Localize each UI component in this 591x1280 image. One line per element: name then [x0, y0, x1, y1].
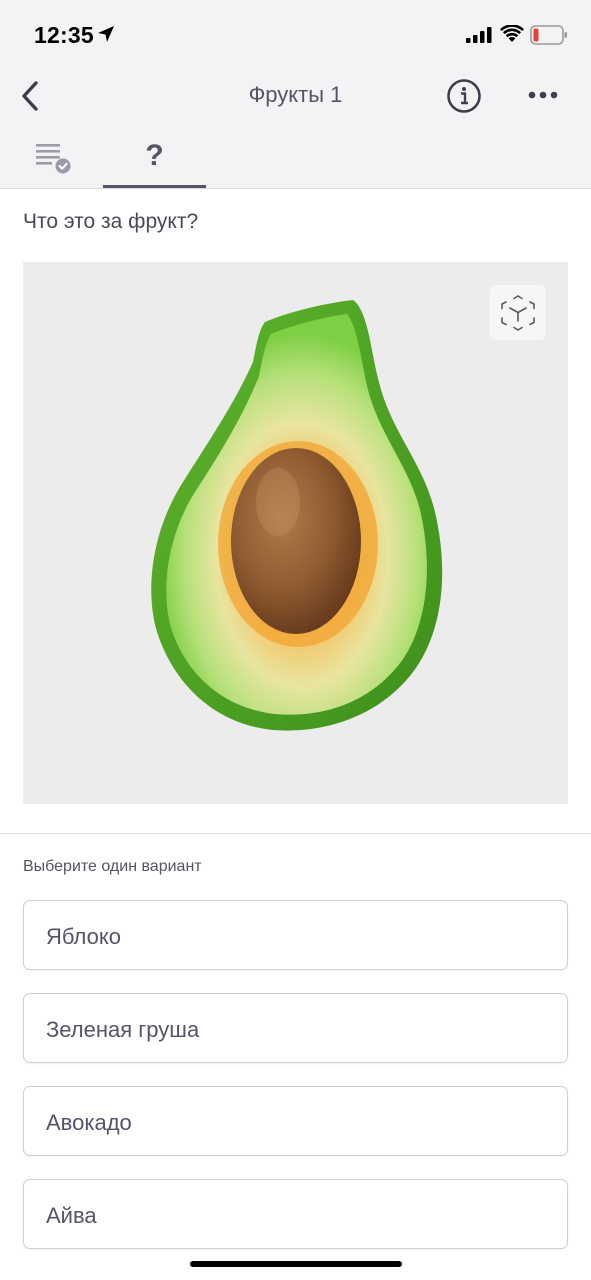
home-indicator[interactable] [190, 1261, 402, 1267]
question-image [23, 262, 568, 804]
answer-option-label: Яблоко [46, 924, 121, 949]
answer-option-avocado[interactable]: Авокадо [23, 1086, 568, 1156]
status-bar: 12:35 [0, 0, 591, 66]
section-divider [0, 833, 591, 834]
ar-cube-icon [501, 294, 535, 331]
cellular-signal-icon [466, 27, 492, 43]
tab-question-label: ? [145, 138, 164, 172]
nav-bar: Фрукты 1 [0, 66, 591, 126]
tab-question[interactable]: ? [103, 126, 206, 188]
wifi-icon [500, 25, 524, 42]
location-arrow-icon [98, 26, 114, 42]
info-circle-icon[interactable] [446, 78, 482, 114]
tab-bar: ? [0, 126, 591, 189]
answer-option-quince[interactable]: Айва [23, 1179, 568, 1249]
avocado-image [151, 300, 443, 731]
more-horizontal-icon [528, 91, 558, 99]
checklist-icon [36, 144, 71, 174]
answer-option-label: Айва [46, 1203, 97, 1228]
answer-option-apple[interactable]: Яблоко [23, 900, 568, 970]
more-button[interactable] [524, 80, 562, 110]
ar-view-button[interactable] [490, 285, 546, 340]
answer-option-label: Авокадо [46, 1110, 132, 1135]
page-title: Фрукты 1 [248, 82, 343, 107]
answer-prompt: Выберите один вариант [23, 858, 202, 875]
tab-question-list[interactable] [18, 126, 90, 188]
answer-option-label: Зеленая груша [46, 1017, 200, 1042]
question-text: Что это за фрукт? [23, 210, 199, 233]
battery-low-icon [530, 25, 567, 45]
status-time: 12:35 [34, 22, 94, 48]
answer-option-green-pear[interactable]: Зеленая груша [23, 993, 568, 1063]
